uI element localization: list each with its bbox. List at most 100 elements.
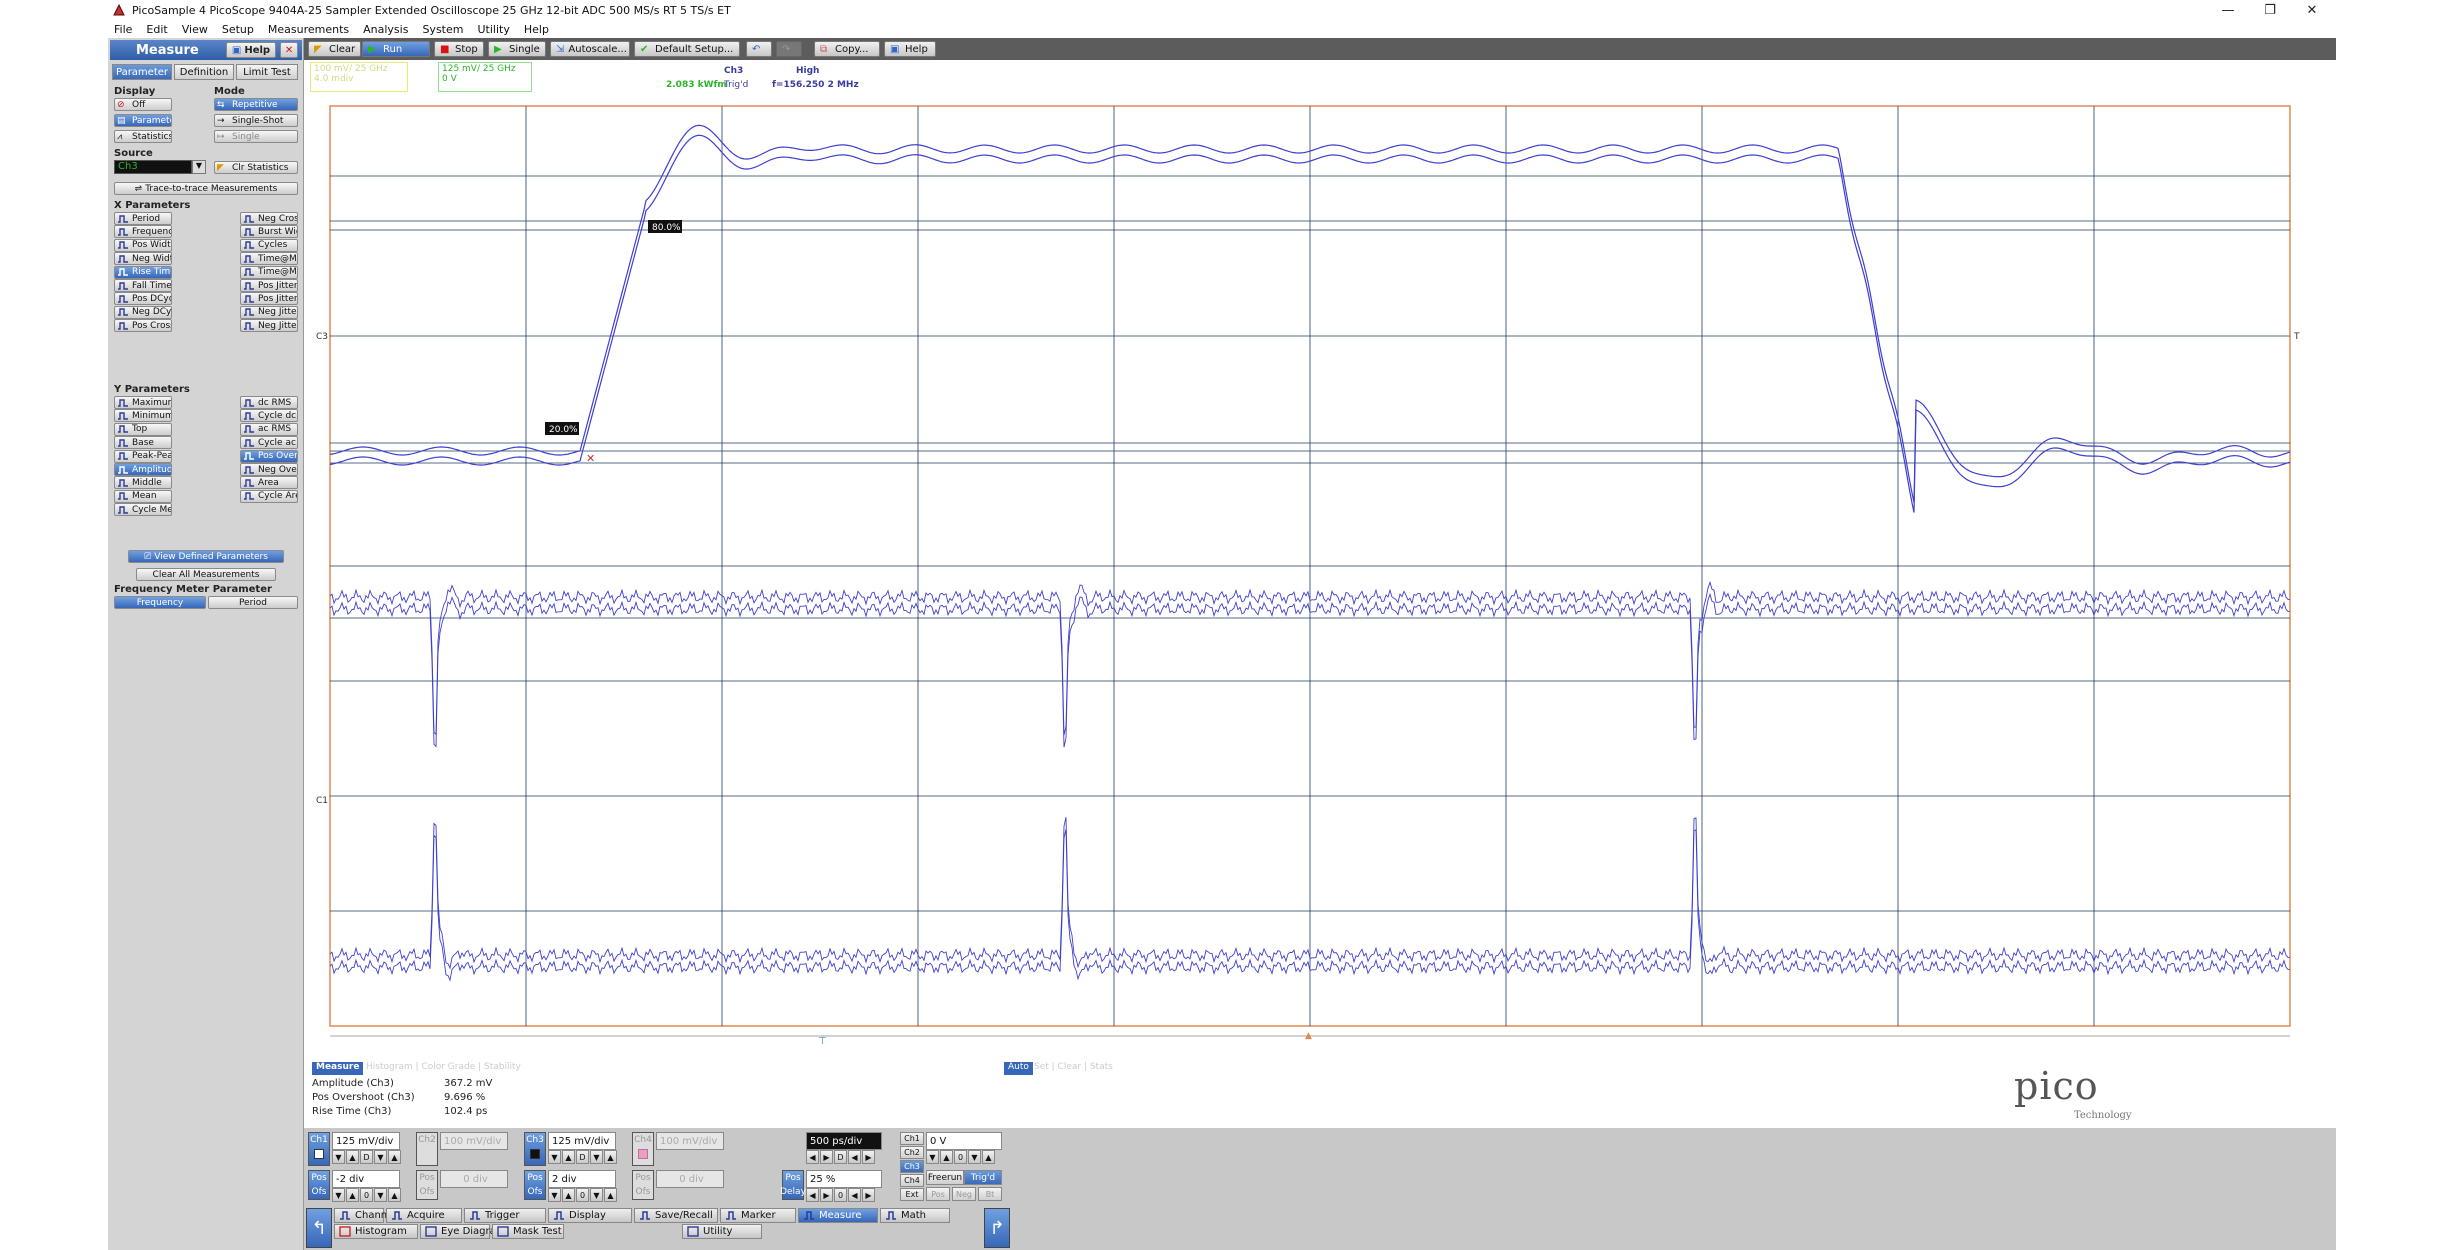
nav-eye-diagram-tab[interactable]: Eye Diagram xyxy=(420,1224,506,1239)
param-base-button[interactable]: Base xyxy=(114,436,172,450)
ch4-select-button[interactable]: Ch4 xyxy=(632,1132,654,1166)
param-cycle-ac-rms-button[interactable]: Cycle ac RMS xyxy=(240,436,298,450)
nav-forward-arrow-icon[interactable]: ↱ xyxy=(984,1208,1010,1248)
nav-histogram-tab[interactable]: Histogram xyxy=(334,1224,418,1239)
param-neg-width-button[interactable]: Neg Width xyxy=(114,252,172,266)
param-dc-rms-button[interactable]: dc RMS xyxy=(240,396,298,409)
menu-view[interactable]: View xyxy=(182,23,208,36)
close-window-icon[interactable]: ✕ xyxy=(2292,0,2332,20)
ch4-position-field[interactable]: 0 div xyxy=(656,1170,724,1188)
close-panel-icon[interactable]: ✕ xyxy=(280,42,298,58)
param-neg-cross-button[interactable]: Neg Cross xyxy=(240,212,298,225)
ch3-scale-stepper[interactable]: ▼ ▲ D ▼ ▲ xyxy=(548,1150,617,1164)
minimize-icon[interactable]: — xyxy=(2208,0,2248,20)
freerun-button[interactable]: Freerun xyxy=(926,1170,964,1185)
toolbar-help-button[interactable]: ▣ Help xyxy=(884,41,936,57)
nav-measure-tab[interactable]: Measure xyxy=(798,1208,878,1223)
ch1-position-stepper[interactable]: ▼ ▲ 0 ▼ ▲ xyxy=(332,1188,401,1202)
ch2-select-button[interactable]: Ch2 xyxy=(416,1132,438,1166)
ch4-pos-ofs-toggle[interactable]: Pos Ofs xyxy=(632,1170,654,1200)
nav-math-tab[interactable]: Math xyxy=(880,1208,950,1223)
slope-both-button[interactable]: Bt xyxy=(978,1187,1002,1201)
frequency-meter-period-button[interactable]: Period xyxy=(208,596,298,609)
menu-utility[interactable]: Utility xyxy=(477,23,509,36)
param-top-button[interactable]: Top xyxy=(114,422,172,436)
delay-pos-toggle[interactable]: Pos Delay xyxy=(780,1170,806,1200)
tab-limit-test[interactable]: Limit Test xyxy=(236,64,298,80)
nav-mask-test-tab[interactable]: Mask Test xyxy=(492,1224,564,1239)
frequency-meter-frequency-button[interactable]: Frequency xyxy=(114,596,206,609)
menu-analysis[interactable]: Analysis xyxy=(363,23,408,36)
param-pos-dcycle-button[interactable]: Pos DCycle xyxy=(114,292,172,306)
param-area-button[interactable]: Area xyxy=(240,476,298,490)
ch1-scale-stepper[interactable]: ▼ ▲ D ▼ ▲ xyxy=(332,1150,401,1164)
undo-button[interactable]: ↶ xyxy=(746,41,772,57)
nav-save-recall-tab[interactable]: Save/Recall xyxy=(634,1208,718,1223)
autoscale-button[interactable]: ⇲ Autoscale... xyxy=(550,41,630,57)
delay-stepper[interactable]: ◀ ▶ 0 ◀ ▶ xyxy=(806,1188,875,1202)
trigger-source-ch4-button[interactable]: Ch4 xyxy=(900,1174,924,1187)
param-peak-peak-button[interactable]: Peak-Peak xyxy=(114,449,172,463)
nav-trigger-tab[interactable]: Trigger xyxy=(464,1208,546,1223)
param-cycle-dc-rms-button[interactable]: Cycle dc RMS xyxy=(240,409,298,423)
clear-button[interactable]: ◤ Clear xyxy=(308,41,362,57)
ch2-scale-field[interactable]: 100 mV/div xyxy=(440,1132,508,1150)
ch3-select-button[interactable]: Ch3 xyxy=(524,1132,546,1166)
display-statistics-button[interactable]: ⩘ Statistics xyxy=(114,130,172,143)
tab-definition[interactable]: Definition xyxy=(174,64,234,80)
clear-all-measurements-button[interactable]: Clear All Measurements xyxy=(136,568,276,581)
auto-extra[interactable]: Set | Clear | Stats xyxy=(1034,1062,1113,1072)
results-tabs-dim[interactable]: Histogram | Color Grade | Stability xyxy=(366,1062,521,1072)
chevron-down-icon[interactable]: ▼ xyxy=(192,160,206,174)
param-period-button[interactable]: Period xyxy=(114,212,172,225)
display-off-button[interactable]: ⊘ Off xyxy=(114,98,172,111)
param-minimum-button[interactable]: Minimum xyxy=(114,409,172,423)
trigger-source-ext-button[interactable]: Ext xyxy=(900,1188,924,1201)
param-maximum-button[interactable]: Maximum xyxy=(114,396,172,409)
nav-utility-tab[interactable]: Utility xyxy=(682,1224,762,1239)
param-rise-time-button[interactable]: Rise Time xyxy=(114,265,172,279)
restore-icon[interactable]: ❐ xyxy=(2250,0,2290,20)
param-time-min-button[interactable]: Time@Min xyxy=(240,265,298,279)
param-mean-button[interactable]: Mean xyxy=(114,489,172,503)
ch3-position-field[interactable]: 2 div xyxy=(548,1170,616,1188)
trigger-level-stepper[interactable]: ▼ ▲ 0 ▼ ▲ xyxy=(926,1150,995,1164)
display-parameters-button[interactable]: ▤Parameters xyxy=(114,114,172,127)
slope-pos-button[interactable]: Pos xyxy=(926,1187,950,1201)
param-cycles-button[interactable]: Cycles xyxy=(240,238,298,252)
stop-button[interactable]: ■ Stop xyxy=(434,41,484,57)
ch4-scale-field[interactable]: 100 mV/div xyxy=(656,1132,724,1150)
single-button[interactable]: ▶ Single xyxy=(488,41,546,57)
results-tab-measure[interactable]: Measure xyxy=(312,1062,364,1075)
ch3-info-box[interactable]: 125 mV/ 25 GHz 0 V xyxy=(438,62,532,92)
param-pos-jitter-rms-button[interactable]: Pos Jitter rms xyxy=(240,292,298,306)
param-pos-cross-button[interactable]: Pos Cross xyxy=(114,319,172,333)
timebase-field[interactable]: 500 ps/div xyxy=(806,1132,882,1150)
param-cycle-mean-button[interactable]: Cycle Mean xyxy=(114,503,172,517)
param-ac-rms-button[interactable]: ac RMS xyxy=(240,422,298,436)
view-defined-parameters-button[interactable]: ⎚ View Defined Parameters xyxy=(128,550,284,563)
redo-button[interactable]: ↷ xyxy=(776,41,802,57)
source-select[interactable]: Ch3 xyxy=(114,160,192,174)
default-setup-button[interactable]: ✔ Default Setup... xyxy=(634,41,740,57)
ch3-scale-field[interactable]: 125 mV/div xyxy=(548,1132,616,1150)
slope-neg-button[interactable]: Neg xyxy=(952,1187,976,1201)
scope-display[interactable]: C3 C1 T 80.0% 20.0% ✕ ⊤ ▲ xyxy=(304,102,2336,1060)
delay-field[interactable]: 25 % xyxy=(806,1170,882,1188)
menu-edit[interactable]: Edit xyxy=(146,23,167,36)
menu-measurements[interactable]: Measurements xyxy=(268,23,349,36)
mode-single-shot-button[interactable]: → Single-Shot xyxy=(214,114,298,127)
copy-button[interactable]: ⧉ Copy... xyxy=(814,41,880,57)
ch2-pos-ofs-toggle[interactable]: Pos Ofs xyxy=(416,1170,438,1200)
scope-graticule[interactable]: C3 C1 T 80.0% 20.0% ✕ ⊤ ▲ xyxy=(304,102,2336,1060)
param-neg-overshoot-button[interactable]: Neg Overshoot xyxy=(240,463,298,476)
menu-system[interactable]: System xyxy=(422,23,463,36)
run-button[interactable]: ▶ Run xyxy=(362,41,430,57)
ch3-position-stepper[interactable]: ▼ ▲ 0 ▼ ▲ xyxy=(548,1188,617,1202)
param-cycle-area-button[interactable]: Cycle Area xyxy=(240,489,298,503)
param-pos-width-button[interactable]: Pos Width xyxy=(114,238,172,252)
nav-marker-tab[interactable]: Marker xyxy=(720,1208,796,1223)
ch1-pos-ofs-toggle[interactable]: Pos Ofs xyxy=(308,1170,330,1200)
ch1-select-button[interactable]: Ch1 xyxy=(308,1132,330,1166)
timebase-stepper[interactable]: ◀ ▶ D ◀ ▶ xyxy=(806,1150,875,1164)
